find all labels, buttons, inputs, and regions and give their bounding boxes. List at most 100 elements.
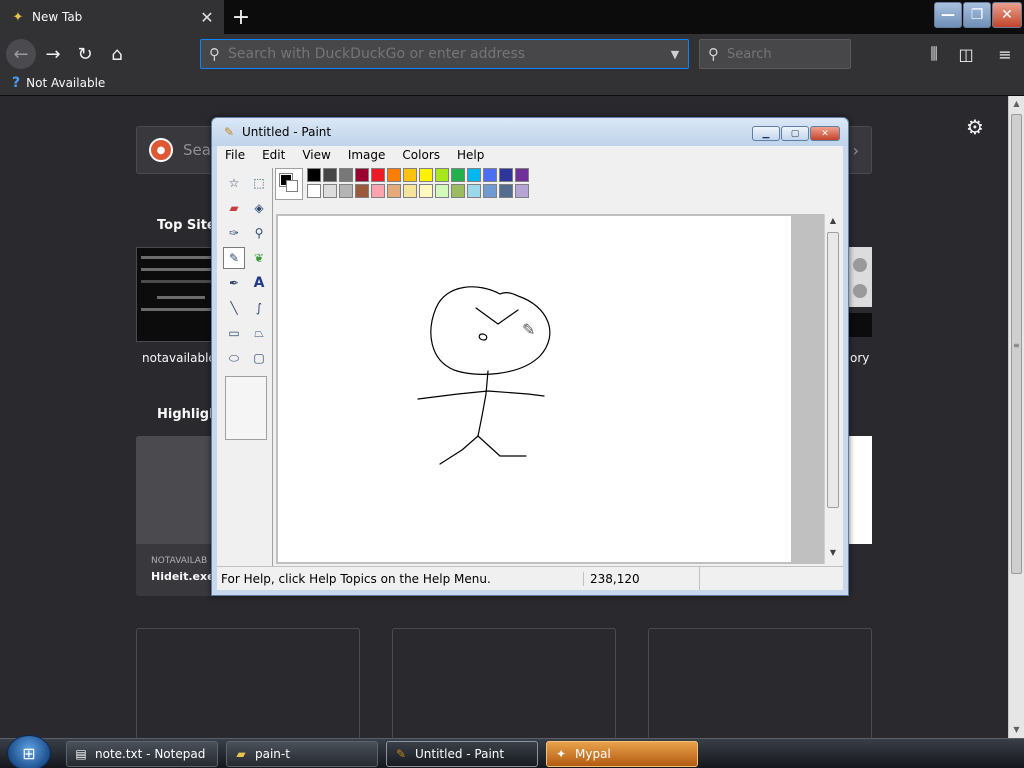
highlight-card[interactable] bbox=[848, 436, 872, 544]
highlight-image bbox=[136, 436, 216, 544]
empty-tile[interactable] bbox=[392, 628, 616, 740]
color-swatch[interactable] bbox=[387, 184, 401, 198]
back-button[interactable]: ← bbox=[6, 39, 36, 69]
color-swatch[interactable] bbox=[451, 184, 465, 198]
menu-colors[interactable]: Colors bbox=[402, 148, 440, 162]
scroll-up-icon[interactable]: ▲ bbox=[1009, 96, 1024, 112]
empty-tile[interactable] bbox=[648, 628, 872, 740]
color-swatch[interactable] bbox=[499, 168, 513, 182]
search-input[interactable] bbox=[727, 46, 827, 62]
url-input[interactable] bbox=[228, 46, 662, 62]
search-icon: ⚲ bbox=[209, 45, 220, 63]
menu-file[interactable]: File bbox=[225, 148, 245, 162]
rounded-rectangle-icon[interactable]: ▢ bbox=[248, 347, 270, 369]
color-swatch[interactable] bbox=[355, 184, 369, 198]
page-scrollbar[interactable]: ▲ ≡ ▼ bbox=[1008, 96, 1024, 738]
reload-button[interactable]: ↻ bbox=[70, 39, 100, 69]
top-site-tile[interactable] bbox=[136, 247, 216, 342]
current-colors[interactable] bbox=[275, 168, 303, 200]
library-icon[interactable]: ⫼ bbox=[921, 42, 947, 66]
color-swatch[interactable] bbox=[515, 168, 529, 182]
brush-icon[interactable]: ❦ bbox=[248, 247, 270, 269]
menu-help[interactable]: Help bbox=[457, 148, 484, 162]
color-swatch[interactable] bbox=[467, 168, 481, 182]
tab-new-tab[interactable]: ✦ New Tab ✕ bbox=[0, 0, 224, 34]
taskbar-item-mypal[interactable]: ✦ Mypal bbox=[546, 741, 698, 767]
scrollbar-thumb[interactable] bbox=[827, 232, 839, 508]
canvas-scrollbar[interactable]: ▲ ▼ bbox=[824, 214, 840, 564]
color-swatch[interactable] bbox=[499, 184, 513, 198]
paint-minimize-button[interactable]: ▁ bbox=[752, 126, 780, 141]
taskbar-item-paint[interactable]: ✎ Untitled - Paint bbox=[386, 741, 538, 767]
color-swatch[interactable] bbox=[323, 184, 337, 198]
scroll-down-icon[interactable]: ▼ bbox=[825, 548, 841, 557]
color-swatch[interactable] bbox=[435, 184, 449, 198]
line-icon[interactable]: ╲ bbox=[223, 297, 245, 319]
color-swatch[interactable] bbox=[323, 168, 337, 182]
color-swatch[interactable] bbox=[419, 168, 433, 182]
empty-tile[interactable] bbox=[136, 628, 360, 740]
eraser-icon[interactable]: ▰ bbox=[223, 197, 245, 219]
color-swatch[interactable] bbox=[339, 184, 353, 198]
menu-image[interactable]: Image bbox=[348, 148, 386, 162]
curve-icon[interactable]: ∫ bbox=[248, 297, 270, 319]
paint-close-button[interactable]: ✕ bbox=[810, 126, 840, 141]
chevron-down-icon[interactable]: ▼ bbox=[662, 48, 688, 61]
color-swatch[interactable] bbox=[307, 168, 321, 182]
forward-button[interactable]: → bbox=[38, 39, 68, 69]
new-tab-button[interactable]: + bbox=[228, 4, 254, 30]
color-swatch[interactable] bbox=[371, 168, 385, 182]
menu-edit[interactable]: Edit bbox=[262, 148, 285, 162]
color-swatch[interactable] bbox=[403, 184, 417, 198]
minimize-button[interactable]: — bbox=[934, 2, 962, 28]
color-swatch[interactable] bbox=[419, 184, 433, 198]
start-button[interactable]: ⊞ bbox=[7, 735, 51, 768]
menu-view[interactable]: View bbox=[302, 148, 330, 162]
canvas-area: ✎ ▲ ▼ bbox=[276, 214, 840, 564]
pencil-icon[interactable]: ✎ bbox=[223, 247, 245, 269]
color-swatch[interactable] bbox=[483, 184, 497, 198]
free-form-select-icon[interactable]: ☆ bbox=[223, 172, 245, 194]
color-swatch[interactable] bbox=[387, 168, 401, 182]
rectangle-icon[interactable]: ▭ bbox=[223, 322, 245, 344]
color-swatch[interactable] bbox=[371, 184, 385, 198]
color-swatch[interactable] bbox=[403, 168, 417, 182]
color-palette bbox=[275, 168, 529, 204]
airbrush-icon[interactable]: ✒ bbox=[223, 272, 245, 294]
sidebar-icon[interactable]: ◫ bbox=[953, 42, 979, 66]
close-window-button[interactable]: ✕ bbox=[992, 2, 1022, 28]
highlight-card[interactable]: NOTAVAILAB Hideit.exe bbox=[136, 436, 216, 596]
color-swatch[interactable] bbox=[339, 168, 353, 182]
color-swatch[interactable] bbox=[355, 168, 369, 182]
select-icon[interactable]: ⬚ bbox=[248, 172, 270, 194]
gear-icon[interactable]: ⚙ bbox=[966, 115, 984, 139]
home-button[interactable]: ⌂ bbox=[102, 39, 132, 69]
scroll-down-icon[interactable]: ▼ bbox=[1009, 722, 1024, 738]
top-site-tile[interactable] bbox=[848, 247, 872, 337]
search-bar[interactable]: ⚲ bbox=[699, 39, 851, 69]
fill-icon[interactable]: ◈ bbox=[248, 197, 270, 219]
taskbar-item-notepad[interactable]: ▤ note.txt - Notepad bbox=[66, 741, 218, 767]
scroll-up-icon[interactable]: ▲ bbox=[825, 216, 841, 225]
color-swatch[interactable] bbox=[483, 168, 497, 182]
text-icon[interactable]: A bbox=[248, 272, 270, 294]
polygon-icon[interactable]: ⏢ bbox=[248, 322, 270, 344]
color-swatch[interactable] bbox=[307, 184, 321, 198]
menu-icon[interactable]: ≡ bbox=[992, 42, 1018, 66]
url-bar[interactable]: ⚲ ▼ bbox=[200, 39, 689, 69]
taskbar-item-folder[interactable]: ▰ pain-t bbox=[226, 741, 378, 767]
color-swatch[interactable] bbox=[435, 168, 449, 182]
color-swatch[interactable] bbox=[451, 168, 465, 182]
drawing-canvas[interactable]: ✎ bbox=[278, 216, 791, 562]
color-swatch[interactable] bbox=[515, 184, 529, 198]
ellipse-icon[interactable]: ⬭ bbox=[223, 347, 245, 369]
bookmark-item[interactable]: ? Not Available bbox=[12, 75, 105, 91]
color-swatch[interactable] bbox=[467, 184, 481, 198]
close-tab-icon[interactable]: ✕ bbox=[196, 6, 218, 28]
arrow-right-icon[interactable]: › bbox=[853, 141, 859, 160]
magnifier-icon[interactable]: ⚲ bbox=[248, 222, 270, 244]
paint-maximize-button[interactable]: ▢ bbox=[781, 126, 809, 141]
maximize-button[interactable]: ❐ bbox=[963, 2, 991, 28]
tool-options[interactable] bbox=[225, 376, 267, 440]
pick-color-icon[interactable]: ✑ bbox=[223, 222, 245, 244]
